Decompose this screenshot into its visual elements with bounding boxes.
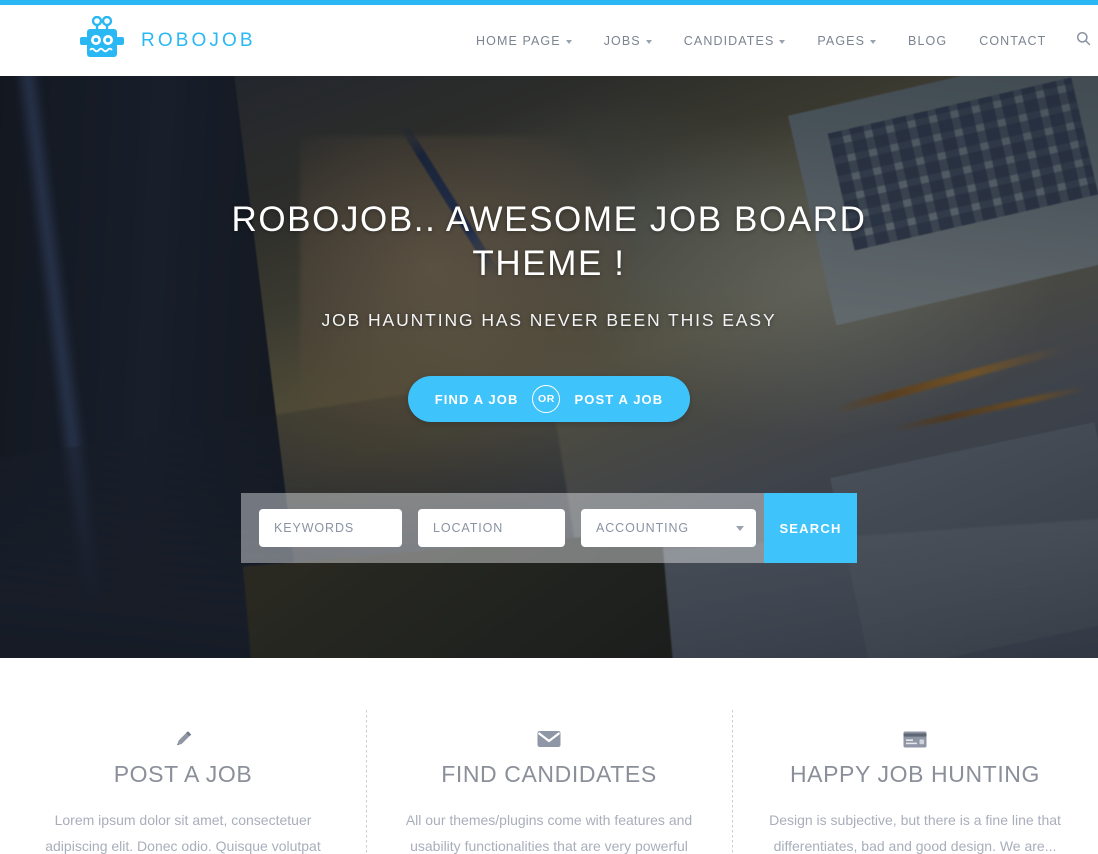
nav-item-jobs[interactable]: JOBS xyxy=(588,34,668,48)
search-toggle-button[interactable] xyxy=(1062,31,1098,51)
features-section: POST A JOB Lorem ipsum dolor sit amet, c… xyxy=(0,658,1098,854)
nav-label: PAGES xyxy=(817,33,866,48)
nav-item-home-page[interactable]: HOME PAGE xyxy=(460,34,588,48)
search-icon xyxy=(1076,31,1091,51)
feature-title: FIND CANDIDATES xyxy=(441,761,657,787)
nav-label: CANDIDATES xyxy=(683,33,775,48)
nav-item-candidates[interactable]: CANDIDATES xyxy=(668,34,802,48)
feature-title: POST A JOB xyxy=(113,761,253,787)
feature-text: Design is subjective, but there is a fin… xyxy=(769,812,1061,854)
keywords-input[interactable] xyxy=(259,509,402,547)
post-a-job-button[interactable]: POST A JOB xyxy=(574,392,663,407)
brand-name: ROBOJOB xyxy=(141,29,256,51)
robot-icon xyxy=(78,15,128,65)
cta-or-divider: OR xyxy=(532,385,561,413)
envelope-icon xyxy=(366,726,732,752)
site-header: ROBOJOB HOME PAGE JOBS CANDIDATES PAGES … xyxy=(0,5,1098,76)
nav-item-blog[interactable]: BLOG xyxy=(892,34,963,48)
card-icon xyxy=(732,726,1098,752)
main-navigation: HOME PAGE JOBS CANDIDATES PAGES BLOG CON… xyxy=(460,5,1098,76)
chevron-down-icon xyxy=(870,39,877,44)
hero-title: ROBOJOB.. AWESOME JOB BOARD THEME ! xyxy=(231,200,867,283)
search-submit-button[interactable]: SEARCH xyxy=(764,493,857,563)
nav-item-contact[interactable]: CONTACT xyxy=(963,34,1062,48)
feature-text: All our themes/plugins come with feature… xyxy=(405,812,693,854)
feature-card-post-a-job: POST A JOB Lorem ipsum dolor sit amet, c… xyxy=(0,658,366,854)
chevron-down-icon xyxy=(779,39,786,44)
job-search-bar: ACCOUNTING SEARCH xyxy=(241,493,857,563)
nav-item-pages[interactable]: PAGES xyxy=(801,34,892,48)
category-select-value: ACCOUNTING xyxy=(596,521,690,535)
category-select[interactable]: ACCOUNTING xyxy=(581,509,756,547)
nav-label: BLOG xyxy=(908,33,948,48)
nav-label: JOBS xyxy=(603,33,641,48)
page-root: ROBOJOB HOME PAGE JOBS CANDIDATES PAGES … xyxy=(0,0,1098,854)
find-a-job-button[interactable]: FIND A JOB xyxy=(435,392,519,407)
brand-logo[interactable]: ROBOJOB xyxy=(78,15,256,65)
location-input[interactable] xyxy=(418,509,565,547)
hero-subtitle: JOB HAUNTING HAS NEVER BEEN THIS EASY xyxy=(321,310,777,330)
feature-card-happy-job-hunting: HAPPY JOB HUNTING Design is subjective, … xyxy=(732,658,1098,854)
pencil-icon xyxy=(0,726,366,752)
hero-content: ROBOJOB.. AWESOME JOB BOARD THEME ! JOB … xyxy=(0,76,1098,658)
hero-section: ROBOJOB.. AWESOME JOB BOARD THEME ! JOB … xyxy=(0,76,1098,658)
feature-card-find-candidates: FIND CANDIDATES All our themes/plugins c… xyxy=(366,658,732,854)
chevron-down-icon xyxy=(645,39,652,44)
chevron-down-icon xyxy=(565,39,572,44)
chevron-down-icon xyxy=(736,525,744,531)
feature-title: HAPPY JOB HUNTING xyxy=(789,761,1041,787)
nav-label: CONTACT xyxy=(979,33,1047,48)
nav-label: HOME PAGE xyxy=(476,33,561,48)
hero-cta-button-group[interactable]: FIND A JOB OR POST A JOB xyxy=(407,376,691,422)
feature-text: Lorem ipsum dolor sit amet, consectetuer… xyxy=(45,812,321,854)
